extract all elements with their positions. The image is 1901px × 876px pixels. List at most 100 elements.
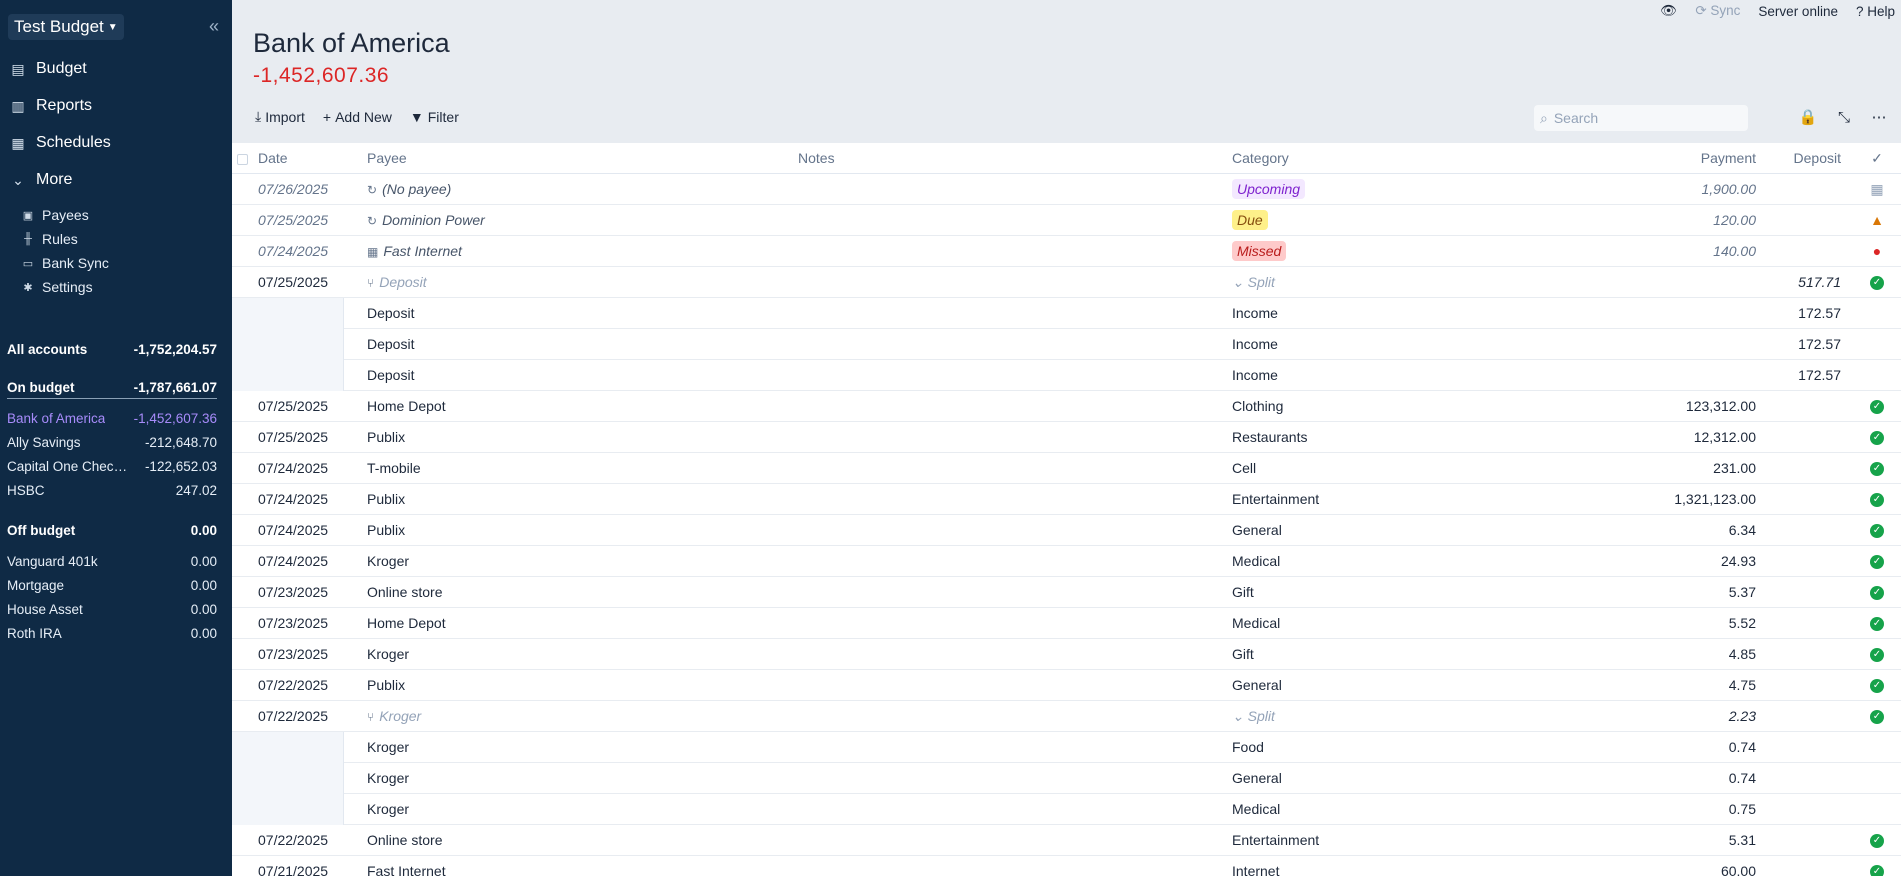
status-cell[interactable]: ✓ xyxy=(1869,701,1885,732)
privacy-eye-icon[interactable]: 👁 xyxy=(1660,3,1677,19)
scheduled-row[interactable]: 07/26/2025 ↻ (No payee) Upcoming 1,900.00 ▦ xyxy=(232,174,1901,205)
date-cell[interactable]: 07/23/2025 xyxy=(258,577,328,608)
payee-cell[interactable]: Home Depot xyxy=(367,391,446,422)
column-payment[interactable]: Payment xyxy=(1701,143,1756,174)
collapse-splits-icon[interactable]: ⤡ xyxy=(1834,108,1854,128)
payment-cell[interactable]: 6.34 xyxy=(1729,515,1756,546)
select-all-checkbox[interactable] xyxy=(237,143,249,174)
table-row[interactable]: 07/25/2025 Publix Restaurants 12,312.00 ✓ xyxy=(232,422,1901,453)
category-cell[interactable]: Income xyxy=(1232,329,1278,360)
status-cell[interactable]: ✓ xyxy=(1869,453,1885,484)
split-child-row[interactable]: Deposit Income 172.57 xyxy=(232,360,1901,391)
category-cell[interactable]: Medical xyxy=(1232,546,1280,577)
category-cell[interactable]: Entertainment xyxy=(1232,825,1319,856)
date-cell[interactable]: 07/24/2025 xyxy=(258,453,328,484)
status-cell[interactable]: ● xyxy=(1869,236,1885,267)
nav-settings[interactable]: ✱ Settings xyxy=(22,277,92,297)
category-cell[interactable]: Gift xyxy=(1232,577,1254,608)
date-cell[interactable]: 07/22/2025 xyxy=(258,670,328,701)
date-cell[interactable]: 07/22/2025 xyxy=(258,701,328,732)
payment-cell[interactable]: 0.74 xyxy=(1729,763,1756,794)
payee-cell[interactable]: T-mobile xyxy=(367,453,421,484)
status-cell[interactable]: ✓ xyxy=(1869,825,1885,856)
payee-cell[interactable]: Kroger xyxy=(367,732,409,763)
category-cell[interactable]: ⌄ Split xyxy=(1232,701,1275,732)
category-cell[interactable]: Medical xyxy=(1232,794,1280,825)
sync-button[interactable]: ⟳ Sync xyxy=(1695,3,1740,19)
account-ally-savings[interactable]: Ally Savings -212,648.70 xyxy=(7,432,217,452)
more-options-icon[interactable]: ⋯ xyxy=(1869,108,1889,128)
date-cell[interactable]: 07/24/2025 xyxy=(258,546,328,577)
status-cell[interactable]: ✓ xyxy=(1869,577,1885,608)
table-row[interactable]: 07/22/2025 ⑂ Kroger ⌄ Split 2.23 ✓ xyxy=(232,701,1901,732)
account-mortgage[interactable]: Mortgage 0.00 xyxy=(7,575,217,595)
nav-bank-sync[interactable]: ▭ Bank Sync xyxy=(22,253,109,273)
scheduled-row[interactable]: 07/25/2025 ↻ Dominion Power Due 120.00 ▲ xyxy=(232,205,1901,236)
scheduled-row[interactable]: 07/24/2025 ▦ Fast Internet Missed 140.00 ● xyxy=(232,236,1901,267)
deposit-cell[interactable]: 517.71 xyxy=(1798,267,1841,298)
status-cell[interactable]: ✓ xyxy=(1869,267,1885,298)
category-cell[interactable]: Clothing xyxy=(1232,391,1283,422)
category-cell[interactable]: Due xyxy=(1232,205,1268,236)
nav-rules[interactable]: ╫ Rules xyxy=(22,229,78,249)
payee-cell[interactable]: ▦ Fast Internet xyxy=(367,236,462,267)
category-cell[interactable]: Upcoming xyxy=(1232,174,1306,205)
category-cell[interactable]: Income xyxy=(1232,298,1278,329)
date-cell[interactable]: 07/25/2025 xyxy=(258,205,328,236)
account-hsbc[interactable]: HSBC 247.02 xyxy=(7,480,217,500)
date-cell[interactable]: 07/25/2025 xyxy=(258,391,328,422)
nav-payees[interactable]: ▣ Payees xyxy=(22,205,89,225)
payee-cell[interactable]: Publix xyxy=(367,670,405,701)
nav-schedules[interactable]: ▦ Schedules xyxy=(10,131,110,155)
table-row[interactable]: 07/24/2025 Kroger Medical 24.93 ✓ xyxy=(232,546,1901,577)
date-cell[interactable]: 07/24/2025 xyxy=(258,484,328,515)
payee-cell[interactable]: Home Depot xyxy=(367,608,446,639)
nav-more[interactable]: ⌄ More xyxy=(10,168,72,192)
table-row[interactable]: 07/22/2025 Publix General 4.75 ✓ xyxy=(232,670,1901,701)
payee-cell[interactable]: Deposit xyxy=(367,360,414,391)
payee-cell[interactable]: Kroger xyxy=(367,639,409,670)
payee-cell[interactable]: ⑂ Deposit xyxy=(367,267,427,298)
column-notes[interactable]: Notes xyxy=(798,143,835,174)
column-cleared[interactable]: ✓ xyxy=(1869,143,1885,174)
help-button[interactable]: ? Help xyxy=(1856,4,1895,19)
date-cell[interactable]: 07/24/2025 xyxy=(258,515,328,546)
category-cell[interactable]: Internet xyxy=(1232,856,1279,876)
payment-cell[interactable]: 4.75 xyxy=(1729,670,1756,701)
payee-cell[interactable]: Deposit xyxy=(367,298,414,329)
table-row[interactable]: 07/25/2025 Home Depot Clothing 123,312.00 ✓ xyxy=(232,391,1901,422)
add-new-button[interactable]: + Add New xyxy=(323,108,392,125)
status-cell[interactable]: ✓ xyxy=(1869,670,1885,701)
category-cell[interactable]: Cell xyxy=(1232,453,1256,484)
payment-cell[interactable]: 60.00 xyxy=(1721,856,1756,876)
status-cell[interactable]: ✓ xyxy=(1869,546,1885,577)
payee-cell[interactable]: Kroger xyxy=(367,763,409,794)
payee-cell[interactable]: Online store xyxy=(367,577,442,608)
category-cell[interactable]: General xyxy=(1232,763,1282,794)
payee-cell[interactable]: Fast Internet xyxy=(367,856,446,876)
category-cell[interactable]: Missed xyxy=(1232,236,1287,267)
date-cell[interactable]: 07/23/2025 xyxy=(258,608,328,639)
status-cell[interactable]: ✓ xyxy=(1869,856,1885,876)
account-roth-ira[interactable]: Roth IRA 0.00 xyxy=(7,623,217,643)
category-cell[interactable]: Income xyxy=(1232,360,1278,391)
off-budget-group[interactable]: Off budget 0.00 xyxy=(7,520,217,540)
status-cell[interactable]: ✓ xyxy=(1869,639,1885,670)
category-cell[interactable]: Food xyxy=(1232,732,1264,763)
payee-cell[interactable]: Publix xyxy=(367,422,405,453)
deposit-cell[interactable]: 172.57 xyxy=(1798,298,1841,329)
payment-cell[interactable]: 120.00 xyxy=(1713,205,1756,236)
payment-cell[interactable]: 0.75 xyxy=(1729,794,1756,825)
account-title[interactable]: Bank of America xyxy=(253,28,450,59)
split-child-row[interactable]: Kroger Food 0.74 xyxy=(232,732,1901,763)
payee-cell[interactable]: ⑂ Kroger xyxy=(367,701,421,732)
account-capital-one[interactable]: Capital One Checking -122,652.03 xyxy=(7,456,217,476)
category-cell[interactable]: ⌄ Split xyxy=(1232,267,1275,298)
split-child-row[interactable]: Kroger Medical 0.75 xyxy=(232,794,1901,825)
deposit-cell[interactable]: 172.57 xyxy=(1798,329,1841,360)
category-cell[interactable]: Medical xyxy=(1232,608,1280,639)
payee-cell[interactable]: Deposit xyxy=(367,329,414,360)
table-row[interactable]: 07/24/2025 T-mobile Cell 231.00 ✓ xyxy=(232,453,1901,484)
payment-cell[interactable]: 24.93 xyxy=(1721,546,1756,577)
table-row[interactable]: 07/23/2025 Online store Gift 5.37 ✓ xyxy=(232,577,1901,608)
